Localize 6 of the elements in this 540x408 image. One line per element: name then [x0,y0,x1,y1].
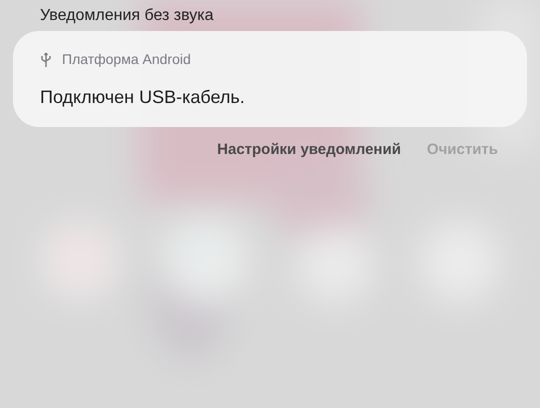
action-button[interactable]: Настройки уведомлений [217,139,401,162]
notification-message: Подключен USB-кабель. [40,86,246,109]
usb-icon [40,52,52,68]
section-title: Уведомления без звука [40,7,214,24]
app-name: Платформа Android [62,50,191,69]
notification-card[interactable]: Платформа Android Подключен USB-кабель. [13,31,527,127]
